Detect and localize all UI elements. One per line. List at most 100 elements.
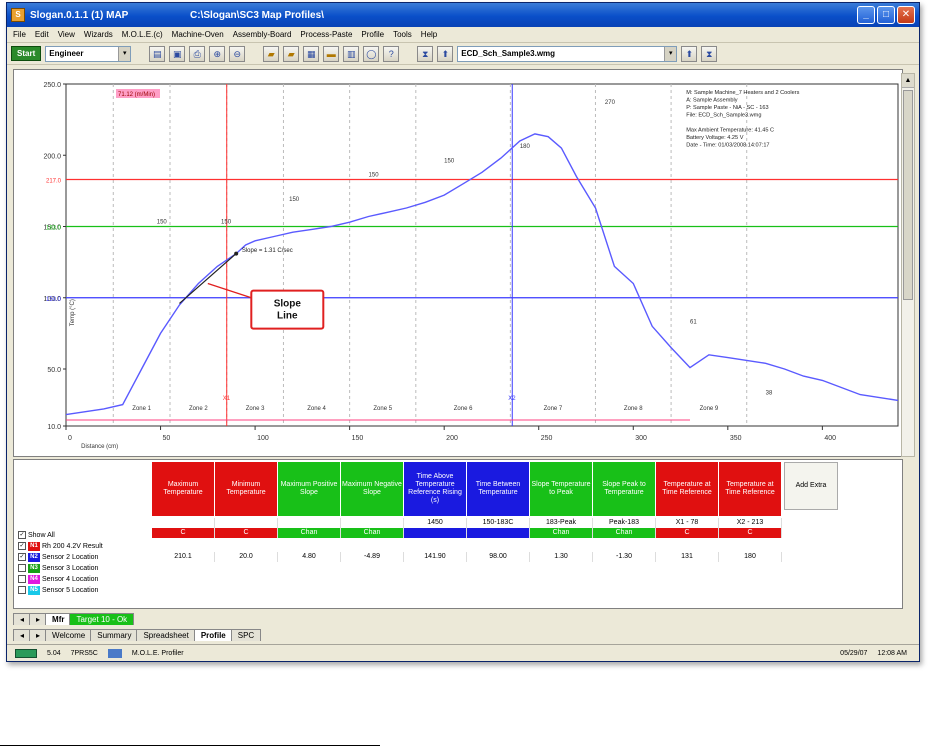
sensor-checkbox[interactable] xyxy=(18,575,26,583)
column-header[interactable]: Maximum Temperature xyxy=(152,462,215,516)
tab-spc[interactable]: SPC xyxy=(230,629,262,641)
column-header[interactable]: Maximum Negative Slope xyxy=(341,462,404,516)
user-level-value: Engineer xyxy=(49,49,84,58)
column-header[interactable]: Maximum Positive Slope xyxy=(278,462,341,516)
show-all-row[interactable]: ✓ Show All xyxy=(18,530,55,540)
column-header[interactable]: Temperature at Time Reference xyxy=(719,462,782,516)
save-icon[interactable]: ▣ xyxy=(169,45,186,62)
sensor-checkbox[interactable]: ✓ xyxy=(18,553,26,561)
tab-target[interactable]: Target 10 - Ok xyxy=(69,613,135,625)
zone-label: Zone 9 xyxy=(700,406,719,412)
x-tick-label: 400 xyxy=(824,435,836,442)
sensor-row[interactable]: ✓ N2 Sensor 2 Location xyxy=(18,552,98,562)
chevron-down-icon[interactable]: ▾ xyxy=(664,46,677,61)
column-header[interactable]: Time Above Temperature Reference Rising … xyxy=(404,462,467,516)
value-cell[interactable]: 4.80 xyxy=(278,552,341,562)
hourglass-icon[interactable]: ⧗ xyxy=(701,45,718,62)
device-icon xyxy=(107,649,122,658)
menu-tools[interactable]: Tools xyxy=(393,30,412,39)
menu-mole[interactable]: M.O.L.E.(c) xyxy=(122,30,163,39)
folder-icon[interactable]: ▰ xyxy=(263,45,280,62)
column-header[interactable]: Slope Temperature to Peak xyxy=(530,462,593,516)
spec-cell: Peak-183 xyxy=(593,518,656,528)
hourglass-icon[interactable]: ⧗ xyxy=(417,45,434,62)
value-cell[interactable]: 180 xyxy=(719,552,782,562)
column-header[interactable]: Time Between Temperature xyxy=(467,462,530,516)
ruler-icon[interactable]: ▬ xyxy=(323,45,340,62)
open-icon[interactable]: ▰ xyxy=(283,45,300,62)
column-header[interactable]: Slope Peak to Temperature xyxy=(593,462,656,516)
menu-machine-oven[interactable]: Machine-Oven xyxy=(172,30,224,39)
tab-summary[interactable]: Summary xyxy=(90,629,139,641)
menu-bar: File Edit View Wizards M.O.L.E.(c) Machi… xyxy=(7,27,919,43)
value-cell[interactable]: 98.00 xyxy=(467,552,530,562)
new-file-icon[interactable]: ▤ xyxy=(149,45,166,62)
pin-icon[interactable]: ⬆ xyxy=(437,45,454,62)
chevron-down-icon[interactable]: ▾ xyxy=(118,46,131,61)
zone-label: Zone 5 xyxy=(373,406,392,412)
menu-edit[interactable]: Edit xyxy=(35,30,49,39)
status-cell: C xyxy=(152,528,215,538)
info-line: A: Sample Assembly xyxy=(686,98,737,104)
value-cell[interactable]: -4.89 xyxy=(341,552,404,562)
value-cell[interactable]: 141.90 xyxy=(404,552,467,562)
search-icon[interactable]: ◯ xyxy=(363,45,380,62)
scroll-thumb[interactable] xyxy=(903,90,913,300)
menu-assembly-board[interactable]: Assembly-Board xyxy=(233,30,292,39)
value-cell[interactable]: 20.0 xyxy=(215,552,278,562)
x-tick-label: 150 xyxy=(352,435,364,442)
sensor-row[interactable]: N3 Sensor 3 Location xyxy=(18,563,98,573)
print-icon[interactable]: ⎙ xyxy=(189,45,206,62)
value-cell[interactable]: 131 xyxy=(656,552,719,562)
column-header[interactable]: Temperature at Time Reference xyxy=(656,462,719,516)
profile-chart[interactable]: Zone 1 Zone 2 Zone 3 Zone 4 Zone 5 Zone 6 Zone… xyxy=(14,70,902,456)
zoom-in-icon[interactable]: ⊕ xyxy=(209,45,226,62)
arrow-up-icon[interactable]: ⬆ xyxy=(681,45,698,62)
value-cell[interactable]: -1.30 xyxy=(593,552,656,562)
scroll-up-arrow[interactable]: ▲ xyxy=(902,74,914,88)
menu-wizards[interactable]: Wizards xyxy=(84,30,113,39)
zoom-out-icon[interactable]: ⊖ xyxy=(229,45,246,62)
vertical-scrollbar[interactable]: ▲ xyxy=(901,73,915,457)
sensor-checkbox[interactable] xyxy=(18,586,26,594)
tab-welcome[interactable]: Welcome xyxy=(45,629,93,641)
y-tick-label: 10.0 xyxy=(47,424,61,431)
callout-label: Slope xyxy=(274,299,302,310)
menu-process-paste[interactable]: Process-Paste xyxy=(300,30,352,39)
sensor-color-swatch: N4 xyxy=(28,574,40,584)
start-button[interactable]: Start xyxy=(11,46,42,61)
sensor-checkbox[interactable]: ✓ xyxy=(18,542,26,550)
sensor-row[interactable]: ✓ N1 Rh 200 4.2V Result xyxy=(18,541,103,551)
sensor-color-swatch: N1 xyxy=(28,541,40,551)
zone-label: Zone 2 xyxy=(189,406,208,412)
show-all-checkbox[interactable]: ✓ xyxy=(18,531,26,539)
menu-file[interactable]: File xyxy=(13,30,26,39)
value-cell[interactable]: 1.30 xyxy=(530,552,593,562)
menu-help[interactable]: Help xyxy=(421,30,437,39)
reference-label: 150.0 xyxy=(46,297,62,303)
menu-view[interactable]: View xyxy=(58,30,75,39)
add-extra-button[interactable]: Add Extra xyxy=(784,462,838,510)
maximize-button[interactable]: □ xyxy=(877,6,895,24)
minimize-button[interactable]: _ xyxy=(857,6,875,24)
close-button[interactable]: ✕ xyxy=(897,6,915,24)
spec-cell: 183-Peak xyxy=(530,518,593,528)
user-level-select[interactable]: Engineer ▾ xyxy=(45,45,132,62)
grid-icon[interactable]: ▥ xyxy=(343,45,360,62)
menu-profile[interactable]: Profile xyxy=(361,30,384,39)
column-header[interactable]: Minimum Temperature xyxy=(215,462,278,516)
tab-profile[interactable]: Profile xyxy=(193,629,233,641)
sensor-checkbox[interactable] xyxy=(18,564,26,572)
sensor-label: Sensor 2 Location xyxy=(42,553,99,561)
value-cell[interactable]: 210.1 xyxy=(152,552,215,562)
tab-mfr[interactable]: Mfr xyxy=(45,613,72,625)
slope-readout: Slope = 1.31 C/sec xyxy=(242,248,293,254)
help-icon[interactable]: ? xyxy=(383,45,400,62)
callout-label: Line xyxy=(277,311,298,322)
tab-spreadsheet[interactable]: Spreadsheet xyxy=(136,629,196,641)
profile-file-select[interactable]: ECD_Sch_Sample3.wmg ▾ xyxy=(457,45,678,62)
status-cell: Chan xyxy=(341,528,404,538)
sensor-row[interactable]: N4 Sensor 4 Location xyxy=(18,574,98,584)
chart-icon[interactable]: ▦ xyxy=(303,45,320,62)
sensor-row[interactable]: N5 Sensor 5 Location xyxy=(18,585,98,595)
